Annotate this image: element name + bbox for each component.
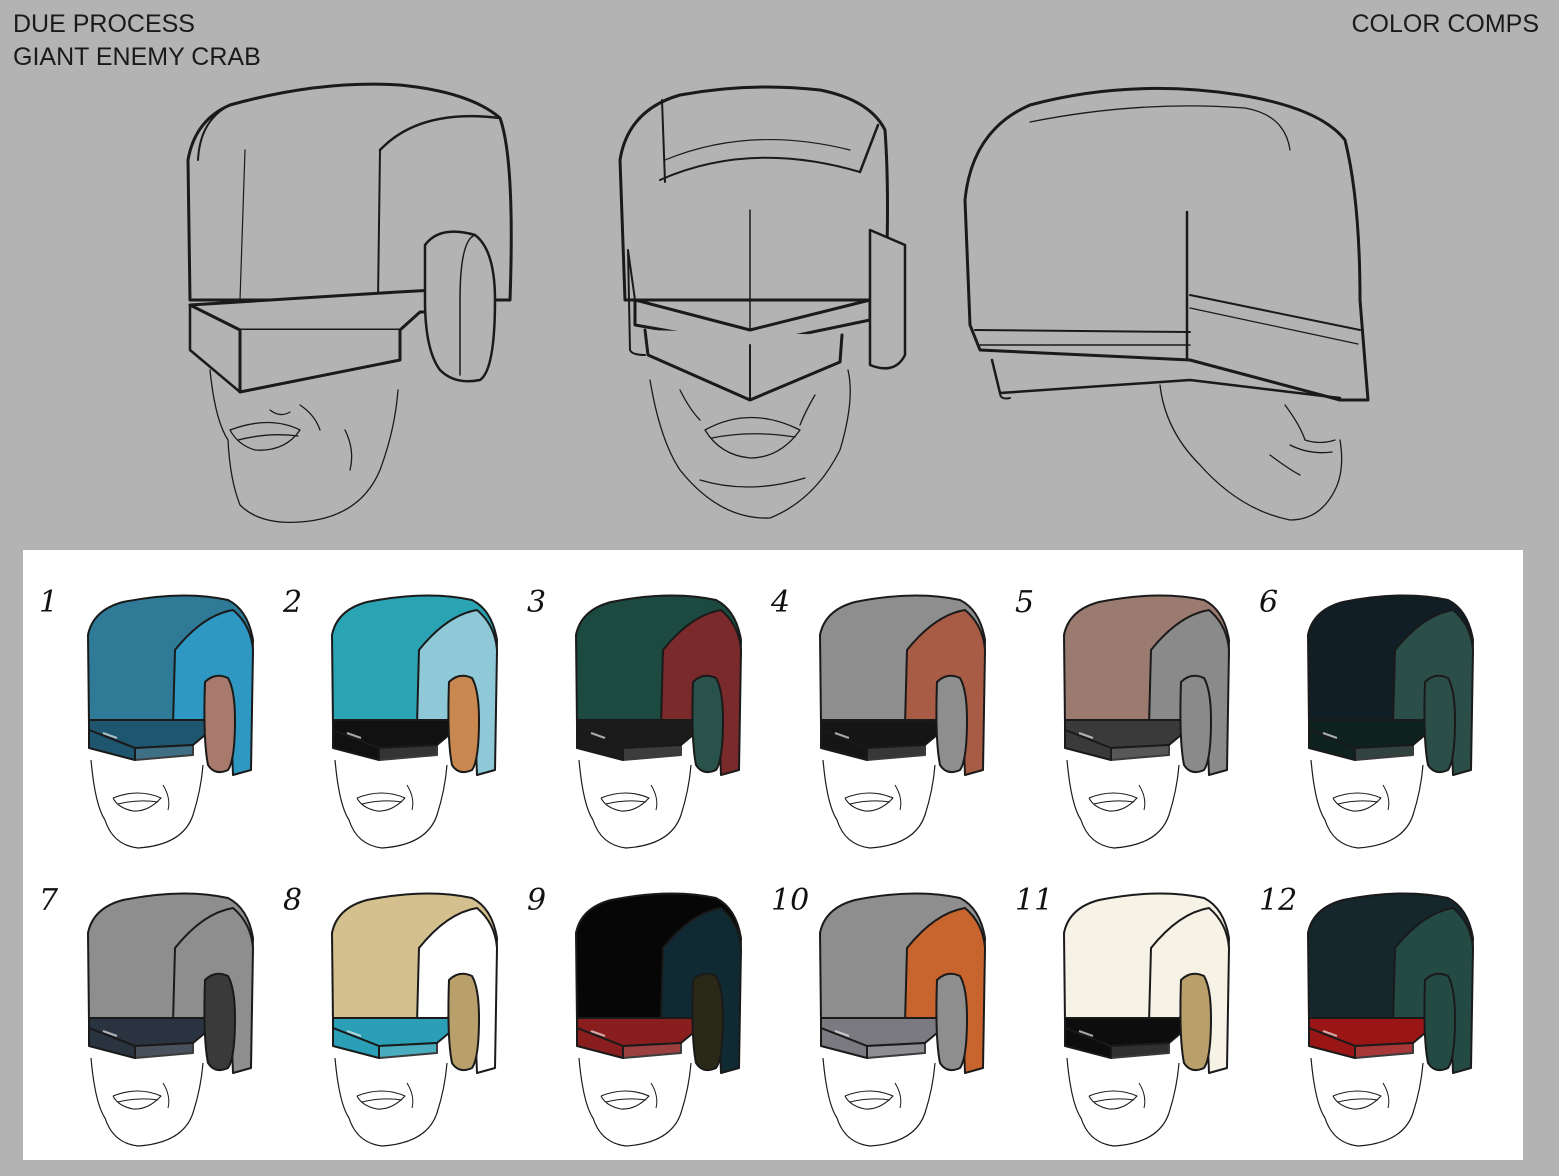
helmet-comp-illustration — [819, 594, 986, 849]
color-comp-11: 11 — [1015, 868, 1259, 1158]
helmet-ear-piece — [691, 972, 724, 1072]
helmet-ear-piece — [935, 972, 968, 1072]
sketch-three-quarter — [186, 82, 513, 524]
helmet-ear-piece — [1423, 674, 1456, 774]
helmet-comp-illustration — [1063, 892, 1230, 1147]
color-comp-3: 3 — [527, 570, 771, 860]
helmet-sketches — [186, 82, 1370, 524]
helmet-comp-illustration — [575, 892, 742, 1147]
helmet-ear-piece — [447, 972, 480, 1072]
color-comp-2: 2 — [283, 570, 527, 860]
color-comps-panel: 1 2 3 4 5 6 7 8 9 10 11 12 — [23, 550, 1523, 1160]
helmet-ear-piece — [1179, 972, 1212, 1072]
color-comp-10: 10 — [771, 868, 1015, 1158]
helmet-ear-piece — [691, 674, 724, 774]
helmet-comp-illustration — [331, 594, 498, 849]
helmet-comp-illustration — [1063, 594, 1230, 849]
color-comp-9: 9 — [527, 868, 771, 1158]
color-comp-4: 4 — [771, 570, 1015, 860]
color-comp-6: 6 — [1259, 570, 1503, 860]
helmet-ear-piece — [935, 674, 968, 774]
helmet-ear-piece — [203, 972, 236, 1072]
helmet-comp-illustration — [1307, 892, 1474, 1147]
helmet-ear-piece — [447, 674, 480, 774]
helmet-comp-illustration — [331, 892, 498, 1147]
helmet-ear-piece — [1179, 674, 1212, 774]
helmet-comp-illustration — [87, 594, 254, 849]
helmet-comp-illustration — [87, 892, 254, 1147]
helmet-comp-illustration — [1307, 594, 1474, 849]
helmet-comp-illustration — [575, 594, 742, 849]
sketch-front — [618, 85, 907, 519]
color-comp-1: 1 — [39, 570, 283, 860]
color-comp-7: 7 — [39, 868, 283, 1158]
color-comp-5: 5 — [1015, 570, 1259, 860]
color-comp-8: 8 — [283, 868, 527, 1158]
helmet-comp-illustration — [819, 892, 986, 1147]
color-comp-12: 12 — [1259, 868, 1503, 1158]
helmet-ear-piece — [203, 674, 236, 774]
sketch-side — [963, 86, 1370, 521]
helmet-ear-piece — [1423, 972, 1456, 1072]
